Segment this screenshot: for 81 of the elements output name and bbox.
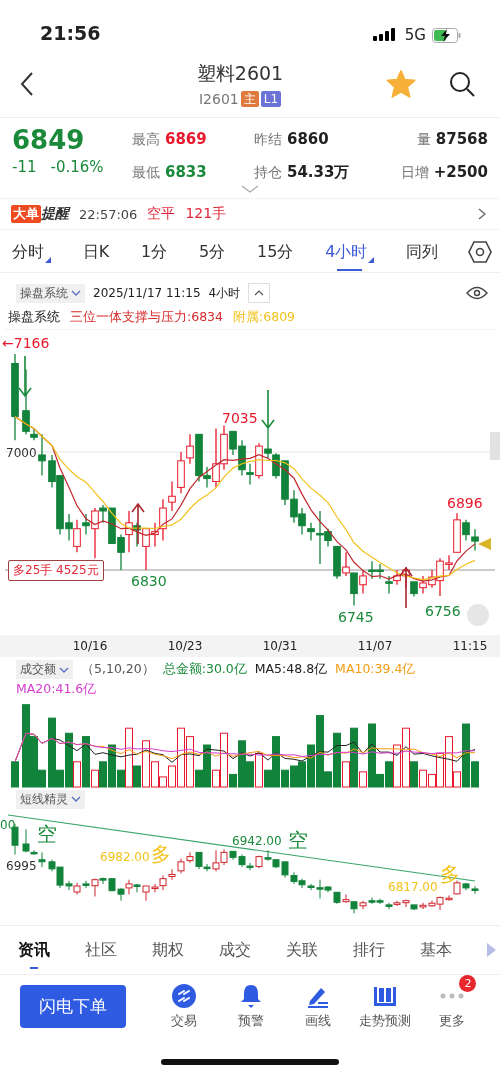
clock-time: 21:56 — [40, 22, 101, 44]
contract-tag: 主 — [240, 90, 259, 107]
price-label: 7035 — [222, 410, 258, 426]
indicator-params: （5,10,20） — [81, 661, 155, 678]
action-label[interactable]: 预警 — [237, 1012, 264, 1030]
price-label: 6896 — [447, 495, 483, 511]
content-tab[interactable]: 成交 — [219, 931, 251, 969]
stat-value: +2500 — [433, 163, 488, 181]
stat-label: 最低 — [132, 164, 160, 182]
candlestick-chart[interactable]: 7000 ←7166 7035 6830 6896 6745 6756 多25手 4525元 — [4, 329, 496, 635]
period-tab[interactable]: 15分 — [255, 233, 296, 271]
stat-label: 量 — [416, 131, 431, 149]
price-label: 6830 — [131, 573, 167, 589]
legend-value: MA10:39.4亿 — [335, 661, 416, 678]
date-label: 10/16 — [71, 639, 109, 653]
content-tab[interactable]: 期权 — [152, 931, 184, 969]
action-label[interactable]: 更多 — [439, 1012, 466, 1030]
period-tab[interactable]: 4小时 — [323, 233, 377, 271]
quick-order-button[interactable]: 闪电下单 — [20, 984, 126, 1028]
indicator-dropdown[interactable]: 操盘系统 — [16, 283, 85, 303]
change-percent: -0.16% — [50, 158, 104, 176]
legend-value: 总金额:30.0亿 — [162, 661, 247, 678]
alert-volume: 121手 — [185, 205, 227, 223]
indicator-dropdown[interactable]: 成交额 — [16, 660, 73, 679]
alert-title: 提醒 — [41, 205, 69, 223]
signal-price: 00 — [0, 818, 16, 832]
price-label: 6756 — [425, 603, 461, 619]
legend-value: 三位一体支撑与压力:6834 — [70, 308, 224, 326]
stat-value: 87568 — [435, 130, 488, 148]
action-label[interactable]: 画线 — [305, 1012, 331, 1030]
stat-label: 昨结 — [254, 131, 282, 149]
stat-label: 日增 — [400, 164, 429, 182]
contract-title: 塑料2601 — [196, 60, 284, 86]
signal-mark: 空 — [37, 822, 57, 846]
signal-mark: 空 — [288, 828, 308, 852]
content-tab[interactable]: 关联 — [286, 931, 318, 969]
position-tag: 多25手 4525元 — [8, 560, 104, 581]
legend-value: 附属:6809 — [233, 308, 296, 326]
alert-badge: 大单 — [11, 205, 41, 223]
stat-value: 54.33万 — [287, 163, 350, 182]
period-tab[interactable]: 1分 — [139, 233, 170, 271]
chart-period: 4小时 — [208, 284, 241, 302]
period-tab[interactable]: 同列 — [404, 233, 441, 271]
period-tab[interactable]: 日K — [80, 233, 112, 271]
signal-price: 6942.00 — [232, 834, 282, 848]
date-label: 10/31 — [261, 639, 299, 653]
axis-label: 6995 — [6, 859, 37, 873]
signal-price: 6817.00 — [388, 880, 438, 894]
axis-label: 7000 — [6, 446, 37, 460]
date-label: 10/23 — [166, 639, 204, 653]
stat-label: 持仓 — [254, 164, 282, 182]
contract-code: I2601 — [198, 90, 239, 107]
price-label: 6745 — [338, 609, 374, 625]
price-label: ←7166 — [2, 335, 50, 351]
action-label[interactable]: 交易 — [170, 1012, 197, 1030]
alert-time: 22:57:06 — [79, 206, 138, 222]
legend-title: 操盘系统 — [8, 308, 60, 326]
period-tab[interactable]: 5分 — [197, 233, 228, 271]
signal-price: 6982.00 — [100, 850, 150, 864]
period-tab[interactable]: 分时 — [10, 233, 53, 271]
chart-datetime: 2025/11/17 11:15 — [93, 286, 201, 300]
stat-label: 最高 — [132, 131, 160, 149]
price-change: -11 — [12, 158, 37, 176]
stat-value: 6869 — [165, 130, 207, 148]
contract-tag: L1 — [260, 90, 282, 107]
alert-action: 空平 — [147, 205, 176, 223]
content-tab[interactable]: 排行 — [353, 931, 385, 969]
signal-mark: 多 — [151, 842, 171, 866]
content-tab[interactable]: 社区 — [85, 931, 117, 969]
date-label: 11:15 — [451, 639, 489, 653]
stat-value: 6833 — [165, 163, 207, 181]
legend-value: MA20:41.6亿 — [16, 681, 97, 698]
stat-value: 6860 — [287, 130, 329, 148]
last-price: 6849 — [12, 126, 86, 154]
content-tab[interactable]: 基本 — [420, 931, 452, 969]
action-label[interactable]: 走势预测 — [359, 1012, 412, 1030]
legend-value: MA5:48.8亿 — [254, 661, 328, 678]
network-label: 5G — [404, 26, 426, 44]
date-label: 11/07 — [356, 639, 394, 653]
content-tab[interactable]: 资讯 — [18, 931, 50, 969]
indicator-dropdown[interactable]: 短线精灵 — [16, 789, 85, 809]
